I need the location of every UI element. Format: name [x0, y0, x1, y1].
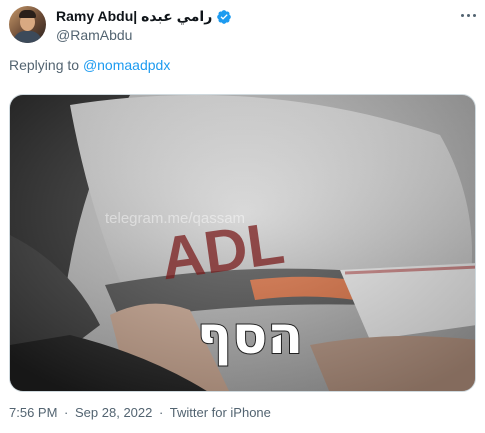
avatar[interactable]	[9, 6, 46, 43]
tweet: Ramy Abdu| رامي عبده @RamAbdu Replying t…	[0, 0, 485, 433]
replying-prefix: Replying to	[9, 57, 80, 73]
overlay-text: הסף	[197, 306, 303, 366]
media-picture: ADL telegram.me/qassam הסף	[10, 95, 475, 391]
verified-badge-icon	[217, 9, 232, 24]
avatar-hair	[19, 10, 36, 18]
tweet-date[interactable]: Sep 28, 2022	[75, 405, 152, 420]
meta-separator: ·	[64, 405, 69, 420]
replying-to: Replying to @nomaadpdx	[9, 57, 170, 73]
tweet-source[interactable]: Twitter for iPhone	[170, 405, 271, 420]
author-handle[interactable]: @RamAbdu	[56, 27, 132, 43]
avatar-body	[13, 31, 42, 43]
author-name-row: Ramy Abdu| رامي عبده	[56, 8, 232, 25]
watermark-text: telegram.me/qassam	[105, 210, 245, 227]
display-name[interactable]: Ramy Abdu| رامي عبده	[56, 8, 212, 25]
reply-mention-link[interactable]: @nomaadpdx	[83, 57, 170, 73]
more-dot	[467, 13, 470, 17]
tweet-time[interactable]: 7:56 PM	[9, 405, 57, 420]
more-dot	[473, 13, 476, 17]
more-dot	[461, 13, 464, 17]
meta-separator: ·	[159, 405, 164, 420]
tweet-meta: 7:56 PM · Sep 28, 2022 · Twitter for iPh…	[9, 405, 271, 420]
tweet-media-image[interactable]: ADL telegram.me/qassam הסף	[9, 94, 476, 392]
more-horizontal-icon[interactable]	[461, 10, 479, 20]
